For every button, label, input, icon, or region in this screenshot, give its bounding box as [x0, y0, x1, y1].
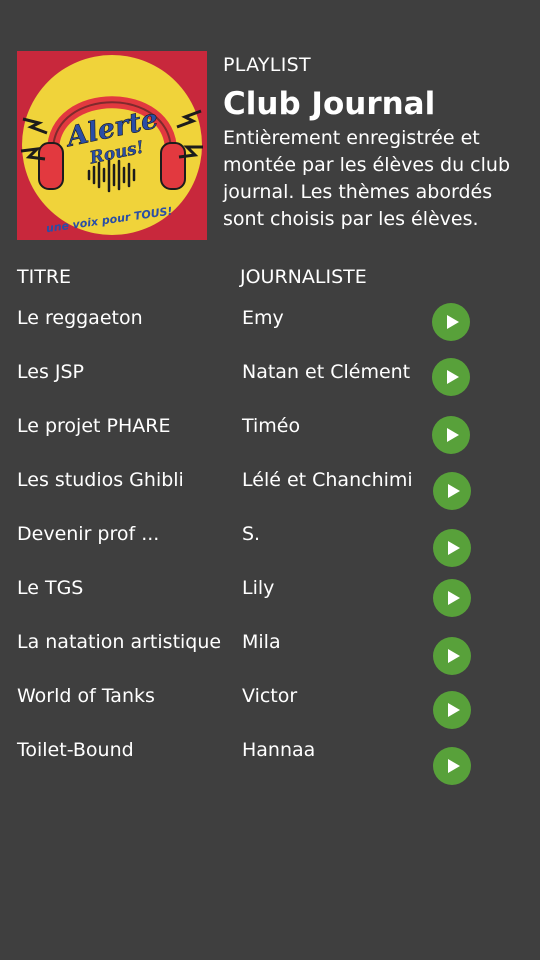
table-header: TITRE JOURNALISTE — [17, 262, 487, 292]
episode-title: Toilet-Bound — [17, 739, 134, 761]
play-button[interactable] — [433, 472, 471, 510]
episode-title: Les JSP — [17, 361, 85, 383]
playlist-title: Club Journal — [223, 86, 436, 122]
episode-journalist: S. — [242, 523, 261, 545]
table-row: La natation artistique Mila — [17, 616, 487, 675]
play-button[interactable] — [433, 579, 471, 617]
play-icon — [447, 649, 460, 663]
episode-title: World of Tanks — [17, 685, 155, 707]
alerte-rous-logo: Alerte Rous! une voix pour TOUS! — [17, 51, 207, 240]
episode-title: Devenir prof ... — [17, 523, 160, 545]
playlist-meta: PLAYLIST Club Journal Entièrement enregi… — [223, 51, 523, 233]
play-icon — [447, 759, 460, 773]
episode-journalist: Lily — [242, 577, 275, 599]
play-button[interactable] — [432, 358, 470, 396]
episode-table: TITRE JOURNALISTE Le reggaeton Emy Les J… — [17, 262, 487, 785]
episode-journalist: Mila — [242, 631, 281, 653]
table-row: Toilet-Bound Hannaa — [17, 724, 487, 785]
table-row: Le TGS Lily — [17, 562, 487, 617]
column-header-journalist: JOURNALISTE — [240, 266, 367, 288]
table-row: Le projet PHARE Timéo — [17, 400, 487, 454]
episode-journalist: Victor — [242, 685, 298, 707]
play-button[interactable] — [432, 303, 470, 341]
episode-title: Le reggaeton — [17, 307, 143, 329]
episode-title: La natation artistique — [17, 631, 222, 653]
episode-title: Le TGS — [17, 577, 84, 599]
column-header-title: TITRE — [17, 266, 72, 288]
play-icon — [446, 315, 459, 329]
episode-journalist: Natan et Clément — [242, 361, 411, 383]
play-icon — [447, 591, 460, 605]
playlist-description: Entièrement enregistrée et montée par le… — [223, 127, 511, 230]
episode-journalist: Lélé et Chanchimi — [242, 469, 413, 491]
play-button[interactable] — [433, 747, 471, 785]
playlist-header: Alerte Rous! une voix pour TOUS! PLAYLIS… — [17, 51, 523, 241]
play-icon — [446, 428, 459, 442]
episode-journalist: Emy — [242, 307, 284, 329]
play-icon — [447, 541, 460, 555]
table-row: Devenir prof ... S. — [17, 508, 487, 567]
episode-title: Les studios Ghibli — [17, 469, 184, 491]
table-row: Les JSP Natan et Clément — [17, 346, 487, 400]
play-button[interactable] — [432, 416, 470, 454]
play-icon — [446, 370, 459, 384]
table-row: Le reggaeton Emy — [17, 292, 487, 346]
episode-title: Le projet PHARE — [17, 415, 171, 437]
table-row: Les studios Ghibli Lélé et Chanchimi — [17, 454, 487, 510]
playlist-cover-art: Alerte Rous! une voix pour TOUS! — [17, 51, 207, 240]
play-icon — [447, 703, 460, 717]
table-row: World of Tanks Victor — [17, 670, 487, 729]
episode-journalist: Hannaa — [242, 739, 316, 761]
episode-journalist: Timéo — [242, 415, 301, 437]
playlist-kind-label: PLAYLIST — [223, 54, 311, 76]
play-icon — [447, 484, 460, 498]
